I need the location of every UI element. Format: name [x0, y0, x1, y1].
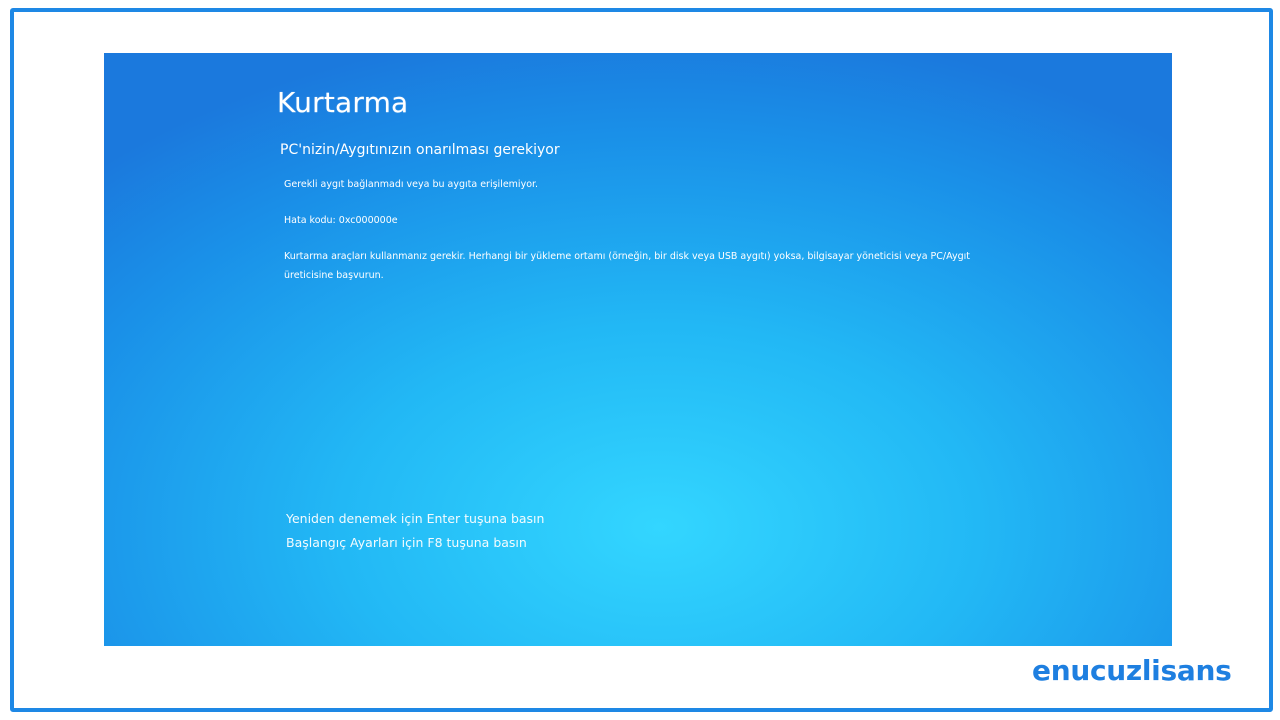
recovery-subtitle: PC'nizin/Aygıtınızın onarılması gerekiyo… [280, 142, 560, 158]
f8-startup-settings-prompt[interactable]: Başlangıç Ayarları için F8 tuşuna basın [286, 535, 527, 550]
error-code: Hata kodu: 0xc000000e [284, 215, 398, 226]
recovery-content: Kurtarma PC'nizin/Aygıtınızın onarılması… [104, 53, 1172, 646]
enter-retry-prompt[interactable]: Yeniden denemek için Enter tuşuna basın [286, 511, 544, 526]
recovery-instructions: Kurtarma araçları kullanmanız gerekir. H… [284, 251, 970, 281]
page-title: Kurtarma [277, 86, 409, 119]
brand-watermark: enucuzlisans [1032, 654, 1232, 687]
error-message: Gerekli aygıt bağlanmadı veya bu aygıta … [284, 179, 539, 190]
recovery-screen: Kurtarma PC'nizin/Aygıtınızın onarılması… [104, 53, 1172, 646]
